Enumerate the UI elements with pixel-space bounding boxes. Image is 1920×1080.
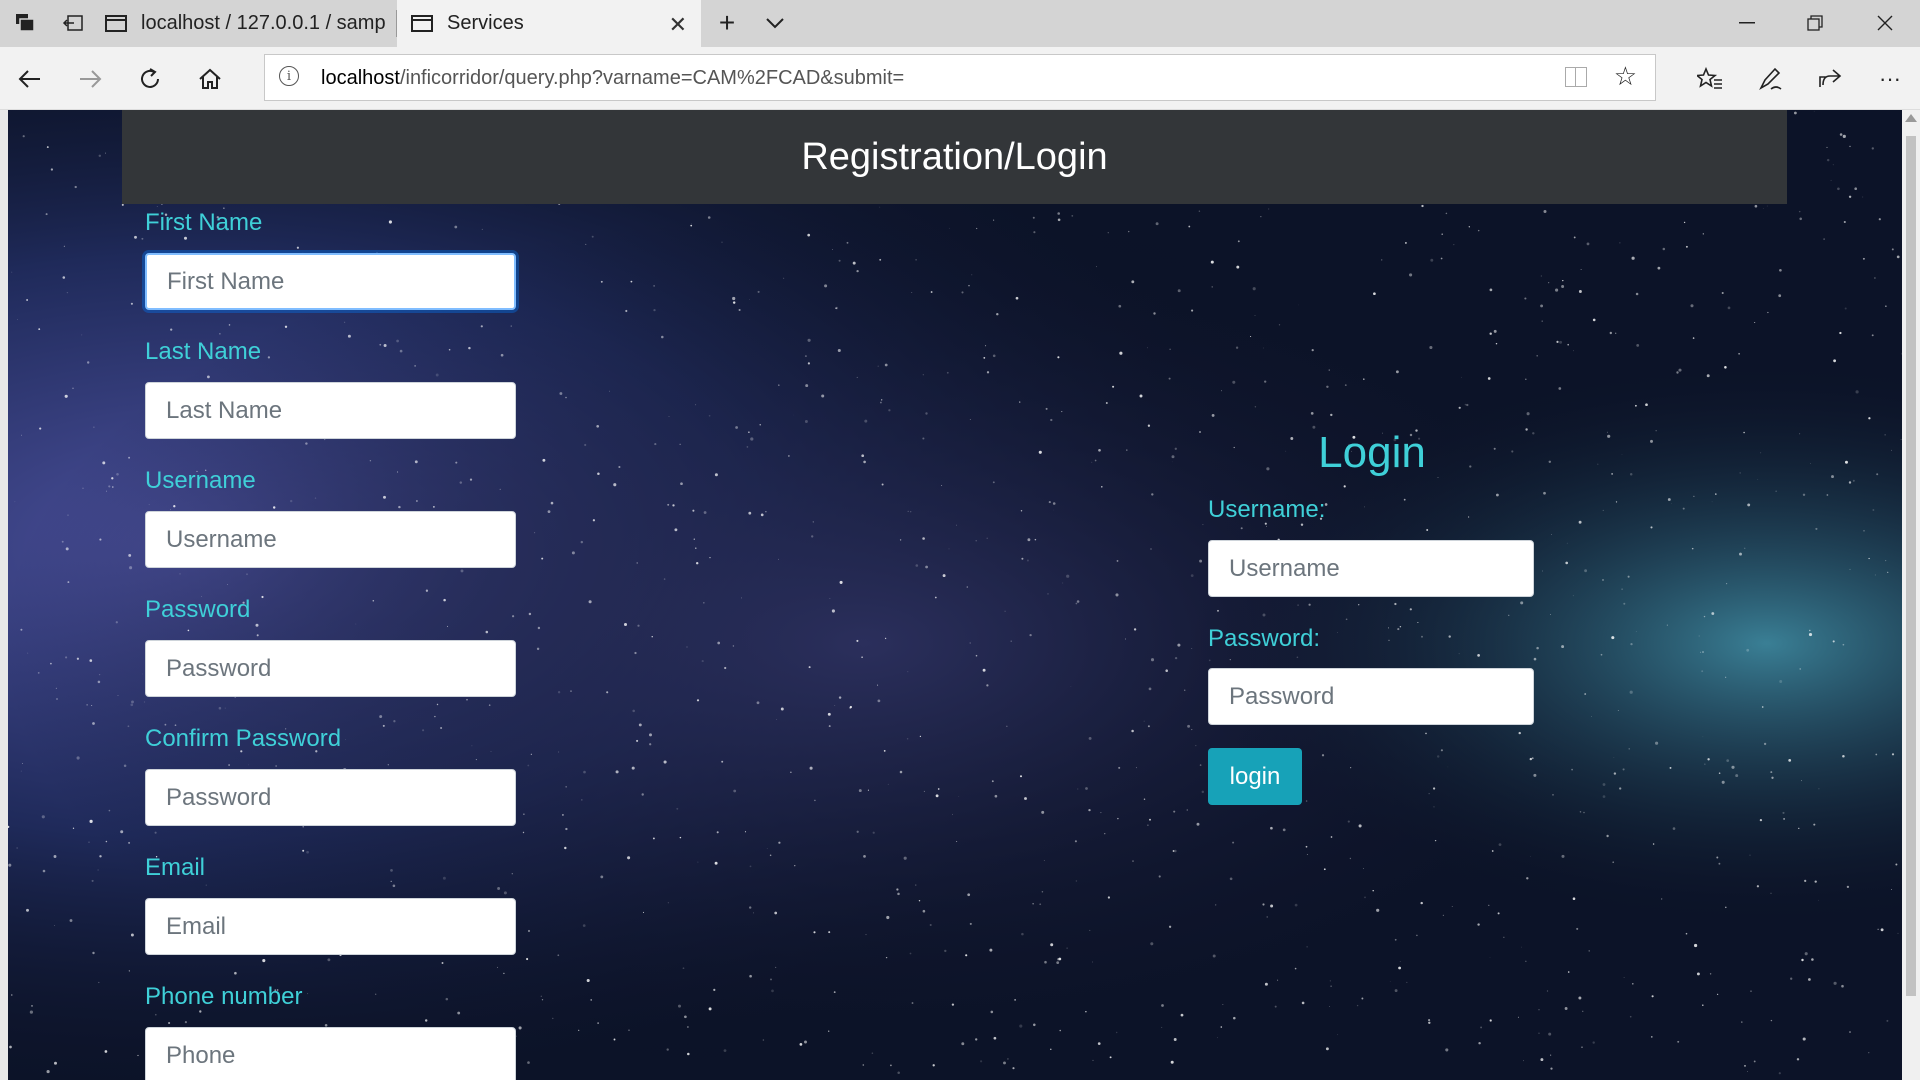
- first-name-placeholder: First Name: [167, 267, 285, 295]
- email-label: Email: [145, 854, 206, 881]
- url-host: localhost: [321, 67, 400, 89]
- chevron-down-icon[interactable]: [760, 8, 790, 38]
- password-label: Password: [145, 596, 251, 623]
- restore-icon[interactable]: [1790, 8, 1840, 38]
- scrollbar-thumb[interactable]: [1906, 136, 1916, 996]
- navigation-bar: i localhost/inficorridor/query.php?varna…: [0, 47, 1920, 110]
- page-icon: [411, 15, 433, 32]
- tab-bar: localhost / 127.0.0.1 / samp Services ✕ …: [0, 0, 1920, 47]
- set-aside-tabs-icon[interactable]: [58, 8, 88, 38]
- first-name-label: First Name: [145, 209, 263, 236]
- refresh-icon[interactable]: [130, 59, 170, 99]
- favorites-list-icon[interactable]: [1690, 59, 1730, 99]
- first-name-input[interactable]: First Name: [145, 253, 516, 310]
- address-bar[interactable]: i localhost/inficorridor/query.php?varna…: [264, 54, 1656, 101]
- login-button[interactable]: login: [1208, 748, 1302, 805]
- password-placeholder: Password: [166, 654, 272, 682]
- tab-label: Services: [447, 12, 524, 34]
- page-icon: [105, 15, 127, 32]
- url-path: /inficorridor/query.php?varname=CAM%2FCA…: [399, 67, 905, 89]
- login-password-input[interactable]: Password: [1208, 668, 1534, 725]
- more-options-icon[interactable]: ···: [1870, 59, 1910, 99]
- register-password-input[interactable]: Password: [145, 640, 516, 697]
- back-arrow-icon[interactable]: [10, 59, 50, 99]
- site-info-icon[interactable]: i: [279, 66, 299, 86]
- page-viewport: Registration/Login First Name First Name…: [0, 110, 1920, 1080]
- login-username-label: Username:: [1208, 496, 1326, 523]
- page-title: Registration/Login: [801, 135, 1108, 178]
- confirm-password-label: Confirm Password: [145, 725, 342, 752]
- tab-phpmyadmin[interactable]: localhost / 127.0.0.1 / samp: [105, 0, 397, 47]
- new-tab-icon[interactable]: +: [712, 7, 742, 38]
- phone-input[interactable]: Phone: [145, 1027, 516, 1080]
- close-tab-icon[interactable]: ✕: [669, 12, 687, 38]
- confirm-password-input[interactable]: Password: [145, 769, 516, 826]
- home-icon[interactable]: [190, 59, 230, 99]
- last-name-placeholder: Last Name: [166, 396, 283, 424]
- close-window-icon[interactable]: [1860, 8, 1910, 38]
- register-username-input[interactable]: Username: [145, 511, 516, 568]
- login-title: Login: [1318, 428, 1426, 477]
- phone-number-label: Phone number: [145, 983, 303, 1010]
- login-username-input[interactable]: Username: [1208, 540, 1534, 597]
- last-name-input[interactable]: Last Name: [145, 382, 516, 439]
- phone-placeholder: Phone: [166, 1041, 236, 1069]
- confirm-password-placeholder: Password: [166, 783, 272, 811]
- login-password-label: Password:: [1208, 625, 1321, 652]
- favorite-star-icon[interactable]: ☆: [1614, 61, 1637, 92]
- scrollbar[interactable]: [1902, 110, 1920, 1080]
- login-username-placeholder: Username: [1229, 554, 1340, 582]
- share-icon[interactable]: [1810, 59, 1850, 99]
- login-password-placeholder: Password: [1229, 682, 1335, 710]
- tab-label: localhost / 127.0.0.1 / samp: [141, 12, 386, 34]
- tab-services[interactable]: Services ✕: [397, 0, 701, 47]
- username-placeholder: Username: [166, 525, 277, 553]
- email-input[interactable]: Email: [145, 898, 516, 955]
- pen-notes-icon[interactable]: [1750, 59, 1790, 99]
- last-name-label: Last Name: [145, 338, 262, 365]
- scroll-up-arrow-icon[interactable]: [1905, 114, 1917, 122]
- page-left-edge: [0, 110, 8, 1080]
- reading-view-icon[interactable]: [1565, 67, 1587, 87]
- page-header: Registration/Login: [122, 110, 1787, 204]
- forward-arrow-icon[interactable]: [70, 59, 110, 99]
- minimize-icon[interactable]: [1722, 8, 1772, 38]
- tab-manager-icon[interactable]: [10, 8, 40, 38]
- email-placeholder: Email: [166, 912, 227, 940]
- url-text[interactable]: localhost/inficorridor/query.php?varname…: [321, 67, 904, 90]
- username-label: Username: [145, 467, 256, 494]
